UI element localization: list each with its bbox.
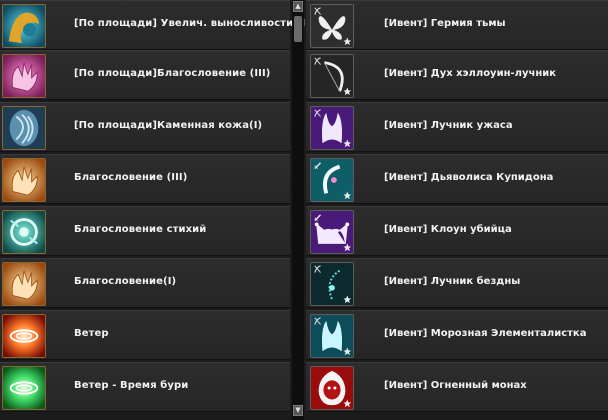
pet-row[interactable]: [Ивент] Морозная Элементалистка [306,310,608,360]
skill-row[interactable]: [По площади] Увелич. выносливости (I) [0,0,310,50]
skill-row[interactable]: Ветер - Время бури [0,362,290,412]
wind-green-icon [2,366,46,410]
horned-mask-icon [310,106,354,150]
skill-name: Благословение стихий [74,224,207,235]
pet-name: [Ивент] Лучник бездны [384,276,521,287]
skill-row[interactable]: Ветер [0,310,290,360]
skill-list: [По площади] Увелич. выносливости (I) [П… [0,0,310,420]
pet-name: [Ивент] Огненный монах [384,380,527,391]
frost-horns-icon [310,314,354,358]
skill-row[interactable]: Благословение(I) [0,258,290,308]
scroll-up-button[interactable]: ▲ [293,1,303,12]
skill-name: [По площади]Каменная кожа(I) [74,120,263,131]
pet-row[interactable]: [Ивент] Огненный монах [306,362,608,412]
cupid-bow-icon [310,158,354,202]
skill-name: Ветер - Время бури [74,380,189,391]
scroll-thumb[interactable] [294,16,302,42]
skill-name: [По площади] Увелич. выносливости (I) [74,18,311,29]
pet-list: [Ивент] Гермия тьмы [Ивент] Дух хэллоуин-… [306,0,608,420]
scroll-down-button[interactable]: ▼ [293,405,303,416]
jester-hat-icon [310,210,354,254]
scrollbar[interactable]: ▲ ▼ [292,0,304,420]
pet-row[interactable]: [Ивент] Лучник бездны [306,258,608,308]
blessing-hand-pink-icon [2,54,46,98]
pet-name: [Ивент] Дух хэллоуин-лучник [384,68,557,79]
skill-name: [По площади]Благословение (III) [74,68,271,79]
pet-name: [Ивент] Гермия тьмы [384,18,506,29]
skill-name: Благословение(I) [74,276,177,287]
stamina-buff-icon [2,4,46,48]
pet-name: [Ивент] Клоун убийца [384,224,512,235]
bow-icon [310,54,354,98]
butterfly-wings-icon [310,4,354,48]
skill-name: Ветер [74,328,109,339]
skill-row[interactable]: [По площади]Каменная кожа(I) [0,102,290,152]
pet-name: [Ивент] Морозная Элементалистка [384,328,587,339]
elemental-blessing-icon [2,210,46,254]
skill-name: Благословение (III) [74,172,188,183]
hooded-monk-icon [310,366,354,410]
blessing-hand-icon [2,262,46,306]
pet-name: [Ивент] Лучник ужаса [384,120,513,131]
abyss-bow-icon [310,262,354,306]
pet-row[interactable]: [Ивент] Дух хэллоуин-лучник [306,50,608,100]
pet-row[interactable]: [Ивент] Гермия тьмы [306,0,608,50]
stone-skin-icon [2,106,46,150]
pet-row[interactable]: [Ивент] Лучник ужаса [306,102,608,152]
pet-row[interactable]: [Ивент] Клоун убийца [306,206,608,256]
blessing-hand-icon [2,158,46,202]
skill-row[interactable]: Благословение (III) [0,154,290,204]
pet-row[interactable]: [Ивент] Дьяволиса Купидона [306,154,608,204]
pet-name: [Ивент] Дьяволиса Купидона [384,172,554,183]
skill-row[interactable]: Благословение стихий [0,206,290,256]
skill-row[interactable]: [По площади]Благословение (III) [0,50,290,100]
wind-red-icon [2,314,46,358]
